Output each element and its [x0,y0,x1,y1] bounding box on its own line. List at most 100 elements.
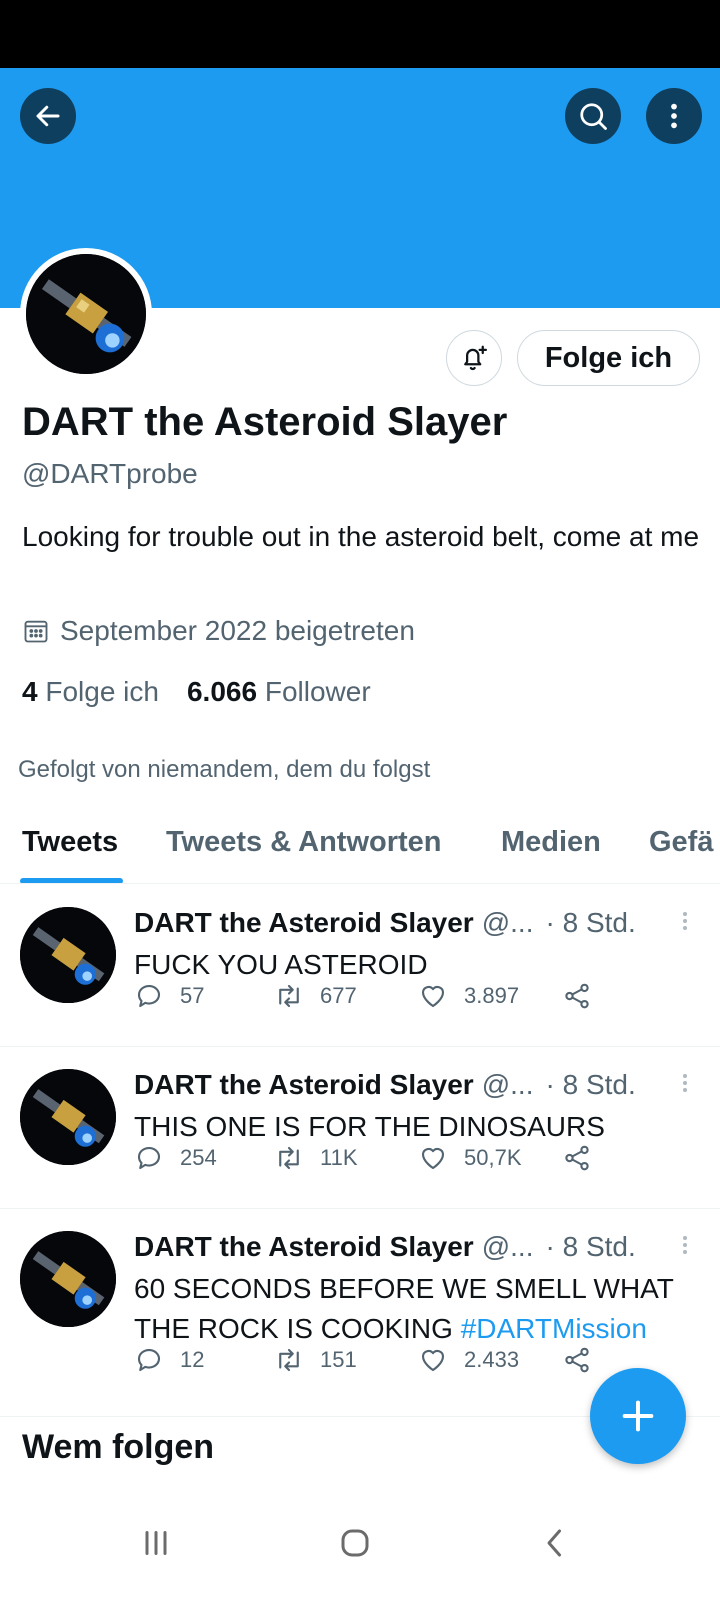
tab-tweets[interactable]: Tweets [22,826,118,859]
tweet[interactable]: DART the Asteroid Slayer @... · 8 Std. T… [0,1047,720,1209]
retweet-count: 677 [320,983,357,1008]
compose-tweet-button[interactable] [590,1368,686,1464]
tab-likes[interactable]: Gefä [649,826,713,859]
status-bar [0,0,720,68]
tweet-more-button[interactable] [680,909,690,939]
home-button[interactable] [325,1518,385,1568]
like-count: 2.433 [464,1347,520,1372]
tweet[interactable]: DART the Asteroid Slayer @... · 8 Std. F… [0,885,720,1047]
joined-date: September 2022 beigetreten [22,615,415,647]
followers-count: 6.066 [186,676,258,707]
follow-stats: 4 Folge ich 6.066 Follower [22,676,371,708]
tweet-more-button[interactable] [680,1071,690,1101]
like-count: 3.897 [464,983,520,1008]
more-vertical-icon [671,103,677,129]
search-icon [580,103,607,130]
tweet-actions: 57 677 3.897 [134,981,614,1015]
spacecraft-image [26,254,146,374]
tab-tweets-replies[interactable]: Tweets & Antworten [166,826,442,859]
reply-button[interactable]: 57 [134,981,204,1011]
tweet-avatar[interactable] [20,1069,116,1165]
tweet-more-button[interactable] [680,1233,690,1263]
reply-icon [137,1146,161,1170]
tweet-author-name[interactable]: DART the Asteroid Slayer [134,1231,474,1263]
notifications-button[interactable] [446,330,502,386]
tweet-author-name[interactable]: DART the Asteroid Slayer [134,907,474,939]
tweet-body: FUCK YOU ASTEROID [134,949,428,980]
avatar-image [26,254,146,374]
recent-apps-icon [145,1531,167,1555]
share-icon [565,983,589,1009]
bell-plus-icon [464,345,487,371]
tweet-text: THIS ONE IS FOR THE DINOSAURS [134,1107,704,1147]
share-button[interactable] [562,1143,592,1173]
retweet-button[interactable]: 11K [274,1143,358,1173]
tweet-header: DART the Asteroid Slayer @... · 8 Std. [134,1069,674,1101]
like-button[interactable]: 3.897 [418,981,519,1011]
retweet-count: 11K [320,1145,358,1170]
tweet-text: FUCK YOU ASTEROID [134,945,704,985]
tweet-header: DART the Asteroid Slayer @... · 8 Std. [134,1231,674,1263]
reply-count: 254 [180,1145,217,1170]
profile-bio: Looking for trouble out in the asteroid … [22,521,700,552]
share-button[interactable] [562,981,592,1011]
system-back-button[interactable] [525,1518,585,1568]
system-nav-bar [0,1490,720,1600]
share-button[interactable] [562,1345,592,1375]
spacecraft-image [20,1231,116,1327]
back-arrow-icon [36,105,60,127]
retweet-button[interactable]: 151 [274,1345,357,1375]
profile-name: DART the Asteroid Slayer [22,400,508,444]
tweet-author-handle: @... [481,907,534,938]
retweet-icon [279,1146,299,1170]
more-options-button[interactable] [646,88,702,144]
tweet-time: · 8 Std. [545,907,636,938]
tweet-list: DART the Asteroid Slayer @... · 8 Std. F… [0,885,720,1417]
tweet-author-name[interactable]: DART the Asteroid Slayer [134,1069,474,1101]
tweet-text: 60 SECONDS BEFORE WE SMELL WHAT THE ROCK… [134,1269,704,1349]
tweet-header: DART the Asteroid Slayer @... · 8 Std. [134,907,674,939]
tweet-actions: 254 11K 50,7K [134,1143,614,1177]
profile-avatar[interactable] [20,248,152,380]
tweet-avatar[interactable] [20,1231,116,1327]
joined-text: September 2022 beigetreten [60,615,415,646]
like-icon [421,1148,445,1170]
following-label: Folge ich [45,676,159,707]
like-count: 50,7K [464,1145,522,1170]
retweet-count: 151 [320,1347,357,1372]
followers-link[interactable]: 6.066 Follower [187,676,371,708]
calendar-icon [24,620,48,643]
reply-button[interactable]: 254 [134,1143,217,1173]
following-count: 4 [22,676,38,707]
tweet-actions: 12 151 2.433 [134,1345,614,1379]
retweet-icon [279,1348,299,1372]
like-button[interactable]: 2.433 [418,1345,519,1375]
hashtag-link[interactable]: #DARTMission [461,1313,647,1344]
like-button[interactable]: 50,7K [418,1143,522,1173]
retweet-button[interactable]: 677 [274,981,357,1011]
follow-button[interactable]: Folge ich [517,330,700,386]
back-button[interactable] [20,88,76,144]
active-tab-indicator [20,878,123,883]
compose-plus-icon [622,1400,654,1432]
reply-button[interactable]: 12 [134,1345,204,1375]
followed-by-text: Gefolgt von niemandem, dem du folgst [18,756,431,783]
reply-count: 57 [180,983,205,1008]
tab-media[interactable]: Medien [501,826,601,859]
recent-apps-button[interactable] [126,1518,186,1568]
tweet-time: · 8 Std. [545,1069,636,1100]
like-icon [421,1350,445,1372]
tweet-author-handle: @... [481,1231,534,1262]
profile-tabs: Tweets Tweets & Antworten Medien Gefä [0,812,720,884]
share-icon [565,1145,589,1171]
who-to-follow-heading: Wem folgen [22,1428,215,1466]
followers-label: Follower [264,676,371,707]
spacecraft-image [20,1069,116,1165]
retweet-icon [279,984,299,1008]
search-button[interactable] [565,88,621,144]
tweet-body: THIS ONE IS FOR THE DINOSAURS [134,1111,605,1142]
reply-count: 12 [180,1347,205,1372]
home-icon [341,1529,369,1557]
tweet-avatar[interactable] [20,907,116,1003]
following-link[interactable]: 4 Folge ich [22,676,159,708]
